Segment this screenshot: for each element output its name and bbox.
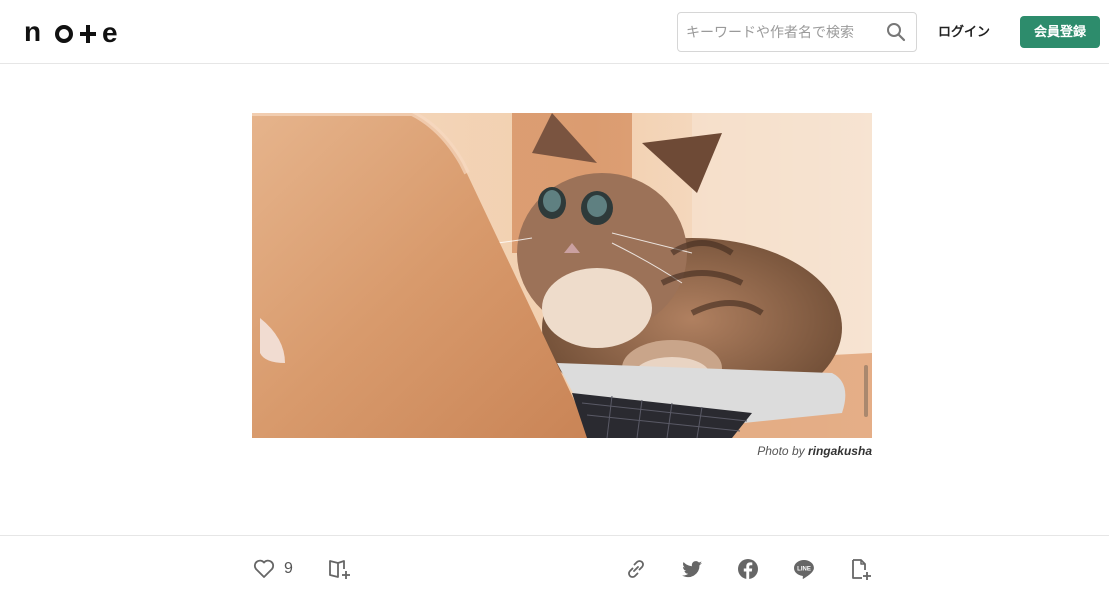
like-count: 9: [284, 560, 293, 577]
page-scrollbar-thumb[interactable]: [864, 365, 868, 417]
hero-image: [252, 113, 872, 438]
search-box[interactable]: [677, 12, 917, 52]
line-icon-text: LINE: [797, 566, 811, 572]
note-logo[interactable]: n e: [24, 20, 124, 44]
embed-icon[interactable]: [848, 557, 872, 581]
search-input[interactable]: [686, 13, 876, 51]
photo-credit: Photo by ringakusha: [600, 444, 872, 458]
login-link[interactable]: ログイン: [930, 16, 998, 48]
article-action-bar: 9 LINE: [0, 535, 1109, 600]
signup-button[interactable]: 会員登録: [1020, 16, 1100, 48]
photo-credit-prefix: Photo by: [757, 444, 805, 458]
svg-text:e: e: [102, 20, 118, 44]
line-icon[interactable]: LINE: [792, 557, 816, 581]
link-icon[interactable]: [624, 557, 648, 581]
facebook-icon[interactable]: [736, 557, 760, 581]
cat-laptop-photo: [252, 113, 872, 438]
add-to-magazine-icon[interactable]: [328, 557, 352, 581]
search-icon[interactable]: [886, 22, 906, 42]
photo-credit-author[interactable]: ringakusha: [808, 444, 872, 458]
top-header: n e ログイン 会員登録: [0, 0, 1109, 64]
svg-text:n: n: [24, 20, 47, 44]
twitter-icon[interactable]: [680, 557, 704, 581]
heart-icon[interactable]: [252, 557, 276, 581]
